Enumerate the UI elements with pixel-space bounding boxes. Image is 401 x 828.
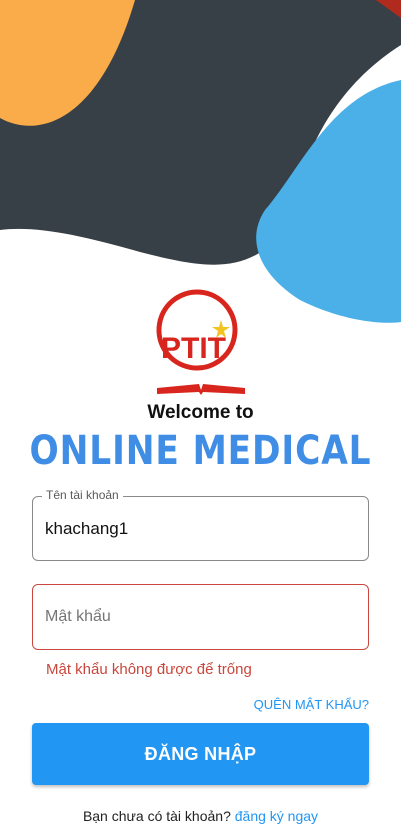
login-button[interactable]: ĐĂNG NHẬP: [32, 723, 369, 785]
signup-prompt: Bạn chưa có tài khoản? đăng ký ngay: [0, 808, 401, 824]
logo-text: PTIT: [161, 332, 226, 365]
signup-link[interactable]: đăng ký ngay: [235, 808, 318, 824]
username-field[interactable]: Tên tài khoản: [32, 488, 369, 561]
password-error-message: Mật khẩu không được để trống: [46, 661, 252, 678]
app-title: ONLINE MEDICAL: [29, 428, 372, 474]
forgot-password-link[interactable]: QUÊN MẬT KHẨU?: [254, 697, 369, 712]
password-field[interactable]: [32, 584, 369, 650]
username-input[interactable]: [45, 497, 355, 560]
ptit-logo: PTIT: [156, 289, 245, 395]
open-book-icon: [157, 384, 245, 395]
signup-prompt-text: Bạn chưa có tài khoản?: [82, 808, 235, 824]
welcome-heading: Welcome to: [147, 402, 254, 423]
password-input[interactable]: [45, 585, 355, 649]
